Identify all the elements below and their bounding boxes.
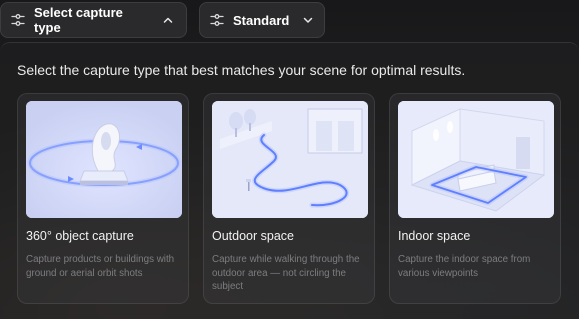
card-description: Capture products or buildings with groun… xyxy=(26,254,175,279)
card-title: Outdoor space xyxy=(212,229,294,243)
card-description: Capture while walking through the outdoo… xyxy=(212,254,360,292)
toolbar: Select capture type Standard xyxy=(0,2,579,38)
panel-title: Select the capture type that best matche… xyxy=(17,62,466,78)
outdoor-path-illustration xyxy=(212,101,368,218)
quality-label: Standard xyxy=(233,12,290,28)
quality-dropdown[interactable]: Standard xyxy=(199,2,325,38)
indoor-room-illustration xyxy=(398,101,554,218)
card-outdoor-space[interactable]: Outdoor space Capture while walking thro… xyxy=(203,93,375,304)
card-title: Indoor space xyxy=(398,229,471,243)
object-orbit-illustration xyxy=(26,101,182,218)
card-title: 360° object capture xyxy=(26,229,134,243)
card-indoor-space[interactable]: Indoor space Capture the indoor space fr… xyxy=(389,93,561,304)
capture-type-dropdown[interactable]: Select capture type xyxy=(0,2,187,38)
chevron-down-icon xyxy=(302,14,314,26)
chevron-up-icon xyxy=(162,14,174,26)
sliders-icon xyxy=(11,13,25,27)
capture-type-label: Select capture type xyxy=(34,5,123,35)
card-object-capture[interactable]: 360° object capture Capture products or … xyxy=(17,93,189,304)
capture-type-panel: Select the capture type that best matche… xyxy=(0,42,579,319)
card-description: Capture the indoor space from various vi… xyxy=(398,254,531,279)
sliders-icon xyxy=(210,13,224,27)
